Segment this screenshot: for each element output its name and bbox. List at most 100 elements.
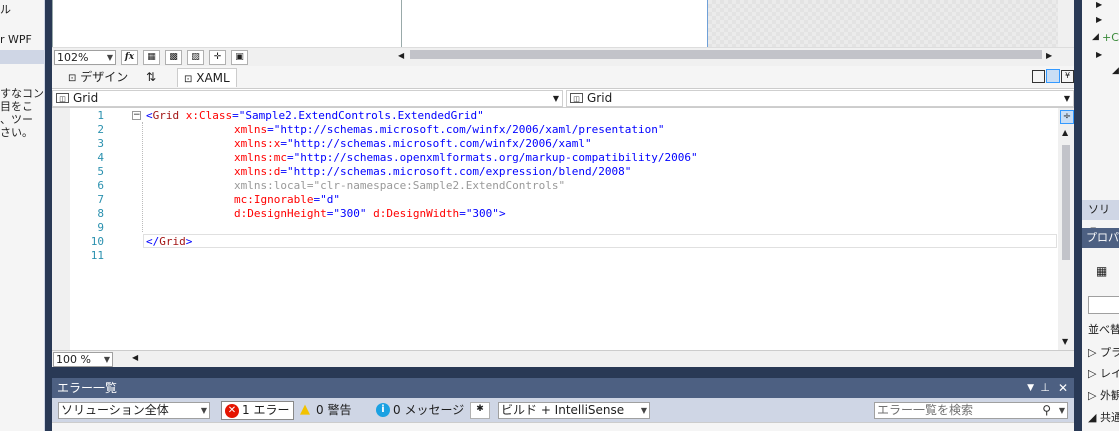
line-number: 11 <box>90 249 104 262</box>
expand-icon[interactable]: ▶ <box>1096 0 1102 9</box>
scroll-left-icon[interactable]: ◀ <box>398 51 404 60</box>
editor-zoom-value: 100 % <box>56 353 91 366</box>
horizontal-split-icon[interactable] <box>1046 69 1060 83</box>
tab-xaml[interactable]: ⊡ XAML <box>177 68 237 87</box>
xaml-tab-icon: ⊡ <box>184 74 193 85</box>
chevron-down-icon: ▼ <box>1063 94 1070 103</box>
design-frame-right[interactable] <box>402 0 708 47</box>
element-select-left[interactable]: ◫ Grid ▼ <box>52 90 563 107</box>
collapse-icon[interactable]: ◢ <box>1112 66 1119 76</box>
grid-icon[interactable]: ▦ <box>143 50 160 65</box>
pin-icon[interactable]: ⊥ <box>1040 378 1050 398</box>
expand-icon[interactable]: ▶ <box>1096 50 1102 59</box>
tab-design-label: デザイン <box>80 70 129 84</box>
chevron-down-icon: ▼ <box>106 53 113 62</box>
token: </ <box>146 235 160 248</box>
category-label: 共通 <box>1099 411 1119 424</box>
tab-solution[interactable]: ソリュー <box>1082 200 1119 236</box>
search-placeholder: エラー一覧を検索 <box>877 403 974 417</box>
split-editor-icon[interactable]: ÷ <box>1060 110 1074 124</box>
code-line-2[interactable]: xmlns="http://schemas.microsoft.com/winf… <box>234 123 664 136</box>
warnings-count: 0 警告 <box>316 403 352 417</box>
outline-guide <box>142 122 143 232</box>
sort-label: 並べ替 <box>1088 323 1119 336</box>
zoom-select[interactable]: 102% ▼ <box>54 50 116 65</box>
warning-icon: ▲ <box>300 402 310 417</box>
code-line-3[interactable]: xmlns:x="http://schemas.microsoft.com/wi… <box>234 137 592 150</box>
zoom-value: 102% <box>57 51 89 64</box>
filter-icon[interactable]: ✱ <box>470 402 490 419</box>
category-item[interactable]: ▷ レイ <box>1088 365 1119 381</box>
snap-grid-icon[interactable]: ▩ <box>165 50 182 65</box>
token: "d" <box>320 193 340 206</box>
horizontal-scroll-thumb[interactable] <box>410 50 1042 59</box>
effects-icon[interactable]: ▨ <box>187 50 204 65</box>
token: > <box>185 235 193 248</box>
token: x:Class <box>179 109 233 122</box>
fx-button[interactable]: fx <box>121 50 138 65</box>
collapse-pane-icon[interactable]: ¥ <box>1061 70 1074 83</box>
errors-filter-button[interactable]: ✕ 1 エラー <box>221 401 295 420</box>
expand-icon[interactable]: ▶ <box>1096 15 1102 24</box>
category-item[interactable]: ▷ プラ <box>1088 344 1119 360</box>
editor-zoom-select[interactable]: 100 % ▼ <box>53 352 113 367</box>
code-line-8[interactable]: d:DesignHeight="300" d:DesignWidth="300"… <box>234 207 506 220</box>
messages-filter-button[interactable]: i 0 メッセージ <box>373 400 464 420</box>
token: xmlns:x <box>234 137 281 150</box>
swap-panes-button[interactable]: ⇅ <box>140 68 162 86</box>
token: d:DesignWidth <box>366 207 460 220</box>
left-text: さい。 <box>0 126 33 139</box>
collapse-region-icon[interactable]: − <box>132 111 141 120</box>
scroll-down-icon[interactable]: ▼ <box>1062 337 1068 346</box>
tab-design[interactable]: ⊡ デザイン <box>62 68 134 86</box>
token: "http://schemas.microsoft.com/winfx/2006… <box>273 123 665 136</box>
code-line-7[interactable]: mc:Ignorable="d" <box>234 193 340 206</box>
project-icon: +C <box>1102 31 1119 44</box>
token: "Sample2.ExtendControls.ExtendedGrid" <box>238 109 484 122</box>
line-number: 10 <box>90 235 104 248</box>
element-select-right[interactable]: ◫ Grid ▼ <box>566 90 1074 107</box>
error-search-input[interactable]: エラー一覧を検索 ⚲ ▼ <box>874 402 1068 419</box>
swap-icon: ⇅ <box>146 70 157 84</box>
scope-select[interactable]: ソリューション全体 ▼ <box>58 402 210 419</box>
code-line-1[interactable]: <Grid x:Class="Sample2.ExtendControls.Ex… <box>146 109 484 122</box>
code-line-6[interactable]: xmlns:local="clr-namespace:Sample2.Exten… <box>234 179 565 192</box>
category-item[interactable]: ◢ 共通 <box>1088 409 1119 425</box>
properties-search[interactable] <box>1088 296 1119 314</box>
scroll-left-icon[interactable]: ◀ <box>132 353 138 362</box>
categorize-icon[interactable]: ▦ <box>1096 264 1107 278</box>
project-code-icon[interactable]: ▣ <box>231 50 248 65</box>
code-line-5[interactable]: xmlns:d="http://schemas.microsoft.com/ex… <box>234 165 631 178</box>
info-icon: i <box>376 403 390 417</box>
design-tab-icon: ⊡ <box>68 73 77 84</box>
scroll-right-icon[interactable]: ▶ <box>1046 51 1052 60</box>
chevron-down-icon: ▼ <box>103 355 110 364</box>
token: "300" <box>333 207 367 220</box>
line-number: 3 <box>97 137 104 150</box>
scroll-up-icon[interactable]: ▲ <box>1062 128 1068 137</box>
selected-item[interactable] <box>0 50 44 64</box>
vertical-split-icon[interactable] <box>1032 70 1045 83</box>
warnings-filter-button[interactable]: ▲ 0 警告 <box>298 400 351 420</box>
build-source-select[interactable]: ビルド + IntelliSense ▼ <box>498 402 650 419</box>
design-vertical-scrollbar[interactable] <box>1058 0 1074 47</box>
error-icon: ✕ <box>225 404 239 418</box>
category-label: レイ <box>1099 367 1119 380</box>
left-text: r WPF <box>0 33 32 46</box>
close-icon[interactable]: ✕ <box>1058 378 1068 398</box>
vertical-scroll-thumb[interactable] <box>1062 145 1070 260</box>
navigation-bar: ◫ Grid ▼ ◫ Grid ▼ <box>52 88 1074 108</box>
token: xmlns <box>234 123 268 136</box>
solution-explorer-panel: ▶ ▶ ◢ +C ▶ ◢ ソリュー プロパ ▦ 並べ替 ▷ プラ ▷ レイ ▷ … <box>1082 0 1119 431</box>
design-frame[interactable] <box>52 0 402 47</box>
code-line-4[interactable]: xmlns:mc="http://schemas.openxmlformats.… <box>234 151 698 164</box>
error-list-header: エラー一覧 ▼ ⊥ ✕ <box>52 378 1074 398</box>
dropdown-icon[interactable]: ▼ <box>1027 378 1034 398</box>
category-item[interactable]: ▷ 外観 <box>1088 387 1119 403</box>
collapse-icon[interactable]: ◢ <box>1092 32 1099 42</box>
code-line-10[interactable]: </Grid> <box>146 235 192 248</box>
token: > <box>498 207 506 220</box>
element-icon: ◫ <box>570 93 583 103</box>
snap-lines-icon[interactable]: ✛ <box>209 50 226 65</box>
properties-title: プロパ <box>1086 231 1119 244</box>
